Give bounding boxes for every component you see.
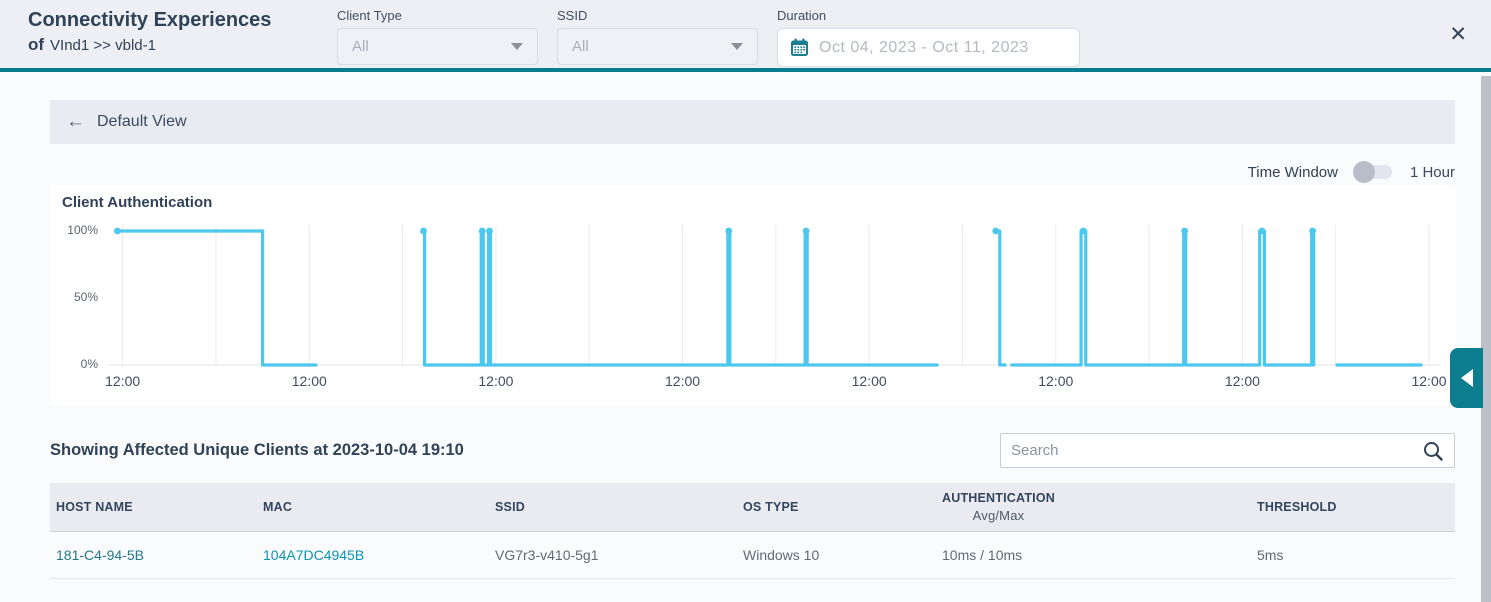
dialog-header: Connectivity Experiences of VInd1 >> vbld… — [0, 0, 1491, 72]
x-axis-tick-label: 12:00 — [852, 373, 887, 389]
x-axis-tick-label: 12:00 — [292, 373, 327, 389]
clients-heading: Showing Affected Unique Clients at 2023-… — [50, 441, 464, 460]
page-title-of: of — [28, 35, 44, 54]
x-axis-tick-label: 12:00 — [478, 373, 513, 389]
column-header-authentication[interactable]: AUTHENTICATION Avg/Max — [936, 491, 1251, 523]
x-axis-tick-label: 12:00 — [665, 373, 700, 389]
chevron-down-icon — [511, 43, 523, 50]
client-type-label: Client Type — [337, 8, 538, 23]
clients-table: HOST NAME MAC SSID OS TYPE AUTHENTICATIO… — [50, 483, 1455, 579]
cell-host-name[interactable]: 181-C4-94-5B — [50, 547, 257, 563]
back-arrow-icon[interactable]: ← — [66, 111, 85, 133]
chevron-down-icon — [731, 43, 743, 50]
x-axis-tick-label: 12:00 — [1411, 373, 1446, 389]
cell-threshold: 5ms — [1251, 547, 1455, 563]
duration-label: Duration — [777, 8, 1080, 23]
client-authentication-chart-card: Client Authentication 100% 50% 0% 12:001… — [50, 185, 1455, 405]
duration-datepicker[interactable]: Oct 04, 2023 - Oct 11, 2023 — [777, 28, 1080, 67]
client-type-value: All — [352, 38, 369, 55]
column-header-ssid[interactable]: SSID — [489, 500, 737, 514]
search-box — [1000, 433, 1455, 468]
cell-os-type: Windows 10 — [737, 547, 936, 563]
column-header-authentication-title: AUTHENTICATION — [942, 491, 1055, 505]
close-icon[interactable]: ✕ — [1449, 24, 1467, 45]
x-axis-tick-label: 12:00 — [105, 373, 140, 389]
time-window-row: Time Window 1 Hour — [50, 160, 1455, 184]
table-row: 181-C4-94-5B 104A7DC4945B VG7r3-v410-5g1… — [50, 531, 1455, 579]
toggle-knob[interactable] — [1353, 161, 1375, 183]
x-axis-tick-label: 12:00 — [1225, 373, 1260, 389]
cell-authentication: 10ms / 10ms — [936, 547, 1251, 563]
default-view-bar: ← Default View — [50, 100, 1455, 144]
breadcrumb: VInd1 >> vbld-1 — [50, 37, 156, 54]
collapse-left-triangle-icon — [1461, 369, 1473, 387]
duration-value: Oct 04, 2023 - Oct 11, 2023 — [819, 39, 1029, 57]
column-header-avg-max: Avg/Max — [942, 508, 1055, 523]
vertical-scrollbar[interactable] — [1481, 76, 1491, 602]
column-header-host-name[interactable]: HOST NAME — [50, 500, 257, 514]
client-type-dropdown[interactable]: All — [337, 28, 538, 65]
time-window-label: Time Window — [1248, 164, 1338, 181]
main-content: ← Default View Time Window 1 Hour Client… — [50, 76, 1455, 579]
chart-plot: 12:0012:0012:0012:0012:0012:0012:0012:00 — [108, 225, 1441, 371]
cell-ssid: VG7r3-v410-5g1 — [489, 547, 737, 563]
duration-filter: Duration Oct 04, 2023 - Oct 11, 2023 — [777, 8, 1080, 67]
default-view-label: Default View — [97, 113, 187, 131]
column-header-os-type[interactable]: OS TYPE — [737, 500, 936, 514]
time-window-toggle[interactable] — [1356, 165, 1392, 179]
x-axis-tick-label: 12:00 — [1038, 373, 1073, 389]
page-title-main: Connectivity Experiences — [28, 9, 271, 32]
column-header-mac[interactable]: MAC — [257, 500, 489, 514]
column-header-threshold[interactable]: THRESHOLD — [1251, 500, 1455, 514]
cell-mac[interactable]: 104A7DC4945B — [257, 547, 489, 563]
chart-title: Client Authentication — [62, 194, 212, 211]
y-axis-tick-label: 50% — [52, 290, 98, 304]
client-authentication-chart-svg — [108, 225, 1441, 371]
search-icon[interactable] — [1422, 440, 1444, 462]
y-axis-tick-label: 0% — [52, 357, 98, 371]
ssid-filter: SSID All — [557, 8, 758, 65]
clients-header-row: Showing Affected Unique Clients at 2023-… — [50, 433, 1455, 468]
ssid-dropdown[interactable]: All — [557, 28, 758, 65]
table-header: HOST NAME MAC SSID OS TYPE AUTHENTICATIO… — [50, 483, 1455, 531]
time-window-value: 1 Hour — [1410, 164, 1455, 181]
ssid-value: All — [572, 38, 589, 55]
page-title-scope: of VInd1 >> vbld-1 — [28, 35, 271, 55]
ssid-label: SSID — [557, 8, 758, 23]
y-axis-tick-label: 100% — [52, 223, 98, 237]
collapse-panel-button[interactable] — [1450, 348, 1483, 408]
search-input[interactable] — [1011, 442, 1422, 459]
page-title: Connectivity Experiences of VInd1 >> vbld… — [28, 9, 271, 55]
client-type-filter: Client Type All — [337, 8, 538, 65]
calendar-icon — [790, 38, 809, 57]
